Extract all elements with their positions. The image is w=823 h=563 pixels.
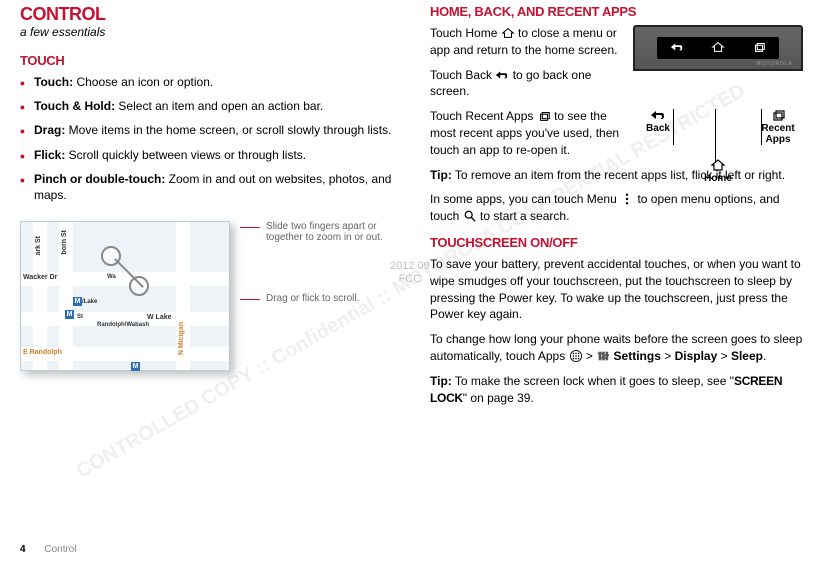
home-icon [710, 159, 726, 171]
apps-icon [569, 350, 583, 362]
page-number: 4 [20, 544, 26, 555]
list-item: Drag: Move items in the home screen, or … [20, 122, 400, 138]
settings-icon [596, 350, 610, 362]
back-icon [670, 41, 684, 56]
list-item: Pinch or double-touch: Zoom in and out o… [20, 171, 400, 203]
list-item: Touch: Choose an icon or option. [20, 74, 400, 90]
tip-screen-lock: Tip: To make the screen lock when it goe… [430, 373, 803, 407]
device-diagram: MOTOROLA Back Recent Apps [633, 25, 803, 159]
paragraph-menu: In some apps, you can touch Menu to open… [430, 191, 803, 225]
list-item: Flick: Scroll quickly between views or t… [20, 147, 400, 163]
home-icon [711, 41, 725, 56]
menu-icon [620, 193, 634, 205]
back-icon [650, 109, 666, 121]
touch-gesture-list: Touch: Choose an icon or option. Touch &… [20, 74, 400, 203]
page-footer: 4 Control [20, 544, 77, 555]
back-icon [495, 69, 509, 81]
search-icon [463, 210, 477, 222]
section-touch: TOUCH [20, 53, 400, 68]
callout-drag: Drag or flick to scroll. [240, 293, 400, 304]
map-illustration: Wacker Dr E Randolph W Lake born St ark … [20, 221, 230, 371]
list-item: Touch & Hold: Select an item and open an… [20, 98, 400, 114]
paragraph-ts-sleep: To save your battery, prevent accidental… [430, 256, 803, 323]
section-home-back-recent: HOME, BACK, AND RECENT APPS [430, 4, 803, 19]
recent-apps-icon [537, 110, 551, 122]
recent-apps-icon [752, 41, 766, 56]
paragraph-ts-timeout: To change how long your phone waits befo… [430, 331, 803, 365]
page-subtitle: a few essentials [20, 25, 400, 39]
footer-section: Control [44, 544, 76, 555]
callout-pinch: Slide two fingers apart or together to z… [240, 221, 400, 243]
page-title: CONTROL [20, 4, 400, 25]
section-touchscreen-onoff: TOUCHSCREEN ON/OFF [430, 235, 803, 250]
recent-apps-icon [770, 109, 786, 121]
home-icon [501, 27, 515, 39]
